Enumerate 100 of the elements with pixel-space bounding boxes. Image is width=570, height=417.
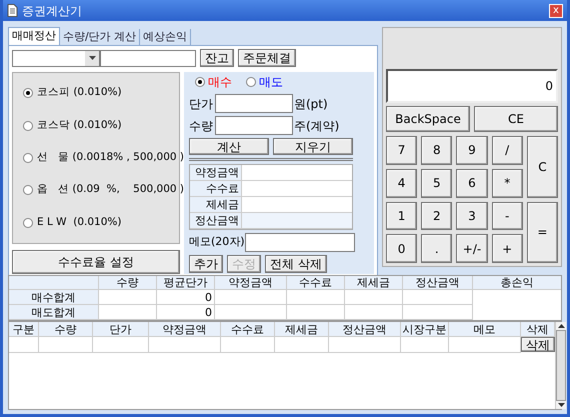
header-cell: 수수료 xyxy=(221,322,275,337)
header-cell: 약정금액 xyxy=(215,276,287,290)
table-cell xyxy=(99,305,157,320)
header-cell: 단가 xyxy=(93,322,149,337)
side-option: 매수 xyxy=(208,73,232,91)
table-cell xyxy=(215,305,287,320)
close-button[interactable]: x xyxy=(549,4,563,18)
calculator-display: 0 xyxy=(386,69,558,103)
calculator-key[interactable]: CE xyxy=(474,106,558,132)
stock-field[interactable] xyxy=(100,50,196,66)
table-cell xyxy=(149,337,221,353)
calculator-key[interactable]: C xyxy=(526,136,558,198)
memo-label: 메모(20자) xyxy=(189,234,245,250)
calculator-key[interactable]: = xyxy=(526,202,558,263)
radio-button[interactable] xyxy=(23,120,33,131)
scroll-up-icon[interactable] xyxy=(558,324,564,328)
table-cell xyxy=(287,290,345,305)
market-option: 코스피 (0.010%) xyxy=(37,85,122,102)
header-cell: 총손익 xyxy=(473,276,561,290)
calculator-key[interactable]: 2 xyxy=(421,202,452,230)
calc-button[interactable]: 지우기 xyxy=(273,138,353,155)
dropdown-caret-icon xyxy=(85,50,99,66)
row-header: 매도합계 xyxy=(9,305,99,320)
calculator-key[interactable]: - xyxy=(492,202,523,230)
scrollbar[interactable] xyxy=(555,322,566,409)
tab[interactable]: 매매정산 xyxy=(8,27,60,45)
radio-button[interactable] xyxy=(23,88,33,98)
table-cell xyxy=(9,337,39,353)
unit-label: 주(계약) xyxy=(294,118,340,134)
result-label: 수수료 xyxy=(190,181,242,196)
table-cell: 0 xyxy=(157,305,215,320)
delete-button[interactable]: 삭제 xyxy=(521,337,555,352)
header-cell: 수량 xyxy=(99,276,157,290)
market-option: 코스닥 (0.010%) xyxy=(37,118,122,134)
calculator-key[interactable]: +/- xyxy=(456,234,488,263)
calculator-key[interactable]: 3 xyxy=(456,202,488,230)
calculator-key[interactable]: . xyxy=(421,234,452,263)
header-cell: 시장구분 xyxy=(401,322,449,337)
result-label: 정산금액 xyxy=(190,213,242,228)
radio-button[interactable] xyxy=(246,77,256,87)
header-cell: 정산금액 xyxy=(329,322,401,337)
toolbar-button[interactable]: 잔고 xyxy=(200,49,234,67)
market-option: 선 물 (0.0018% , 500,000 ) xyxy=(37,150,184,166)
market-option: E L W (0.010%) xyxy=(37,214,122,231)
table-cell xyxy=(93,337,149,353)
document-icon xyxy=(7,4,18,17)
table-cell xyxy=(221,337,275,353)
memo-field[interactable] xyxy=(244,233,355,252)
table-cell xyxy=(99,290,157,305)
radio-button[interactable] xyxy=(23,218,33,228)
header-cell: 제세금 xyxy=(345,276,403,290)
fee-settings-button[interactable]: 수수료율 설정 xyxy=(12,250,180,274)
table-cell xyxy=(345,290,403,305)
calculator-key[interactable]: * xyxy=(492,168,523,198)
table-cell xyxy=(403,290,473,305)
table-cell xyxy=(275,337,329,353)
header-cell: 구분 xyxy=(9,322,39,337)
result-label: 제세금 xyxy=(190,197,242,212)
unit-label: 원(pt) xyxy=(294,96,328,112)
calculator-key[interactable]: 1 xyxy=(386,202,418,230)
scroll-down-icon[interactable] xyxy=(558,403,564,407)
calculator-key[interactable]: 8 xyxy=(421,136,452,165)
side-option: 매도 xyxy=(259,73,283,91)
table-cell xyxy=(215,290,287,305)
calculator-key[interactable]: 4 xyxy=(386,168,418,198)
market-option: 옵 션 (0.09 %, 500,000 ) xyxy=(37,182,184,198)
window-title: 증권계산기 xyxy=(22,2,82,20)
header-cell: 삭제 xyxy=(521,322,555,337)
calculator-key[interactable]: 9 xyxy=(456,136,488,165)
radio-button[interactable] xyxy=(23,152,33,163)
calculator-key[interactable]: 0 xyxy=(386,234,418,263)
radio-button[interactable] xyxy=(195,77,205,87)
calculator-key[interactable]: 5 xyxy=(421,168,452,198)
table-cell xyxy=(345,305,403,320)
calculator-key[interactable]: BackSpace xyxy=(386,106,470,132)
input-field[interactable] xyxy=(215,116,293,135)
scroll-thumb[interactable] xyxy=(556,330,566,401)
header-cell: 수수료 xyxy=(287,276,345,290)
table-cell xyxy=(401,337,449,353)
header-cell: 메모 xyxy=(449,322,521,337)
calculator-key[interactable]: / xyxy=(492,136,523,165)
result-label: 약정금액 xyxy=(190,165,242,180)
calculator-key[interactable]: + xyxy=(492,234,523,263)
calculator-key[interactable]: 7 xyxy=(386,136,418,165)
action-button[interactable]: 추가 xyxy=(189,255,223,273)
header-cell: 수량 xyxy=(39,322,93,337)
calc-button[interactable]: 계산 xyxy=(189,138,269,155)
radio-button[interactable] xyxy=(23,185,33,196)
table-cell xyxy=(403,305,473,320)
toolbar-button[interactable]: 주문체결 xyxy=(238,49,296,67)
market-dropdown[interactable] xyxy=(12,50,100,66)
header-cell: 평균단가 xyxy=(157,276,215,290)
calculator-key[interactable]: 6 xyxy=(456,168,488,198)
table-cell: 0 xyxy=(157,290,215,305)
header-cell: 약정금액 xyxy=(149,322,221,337)
table-cell xyxy=(329,337,401,353)
row-header: 매수합계 xyxy=(9,290,99,305)
input-field[interactable] xyxy=(215,94,293,113)
action-button[interactable]: 전체 삭제 xyxy=(265,255,327,273)
table-cell xyxy=(39,337,93,353)
